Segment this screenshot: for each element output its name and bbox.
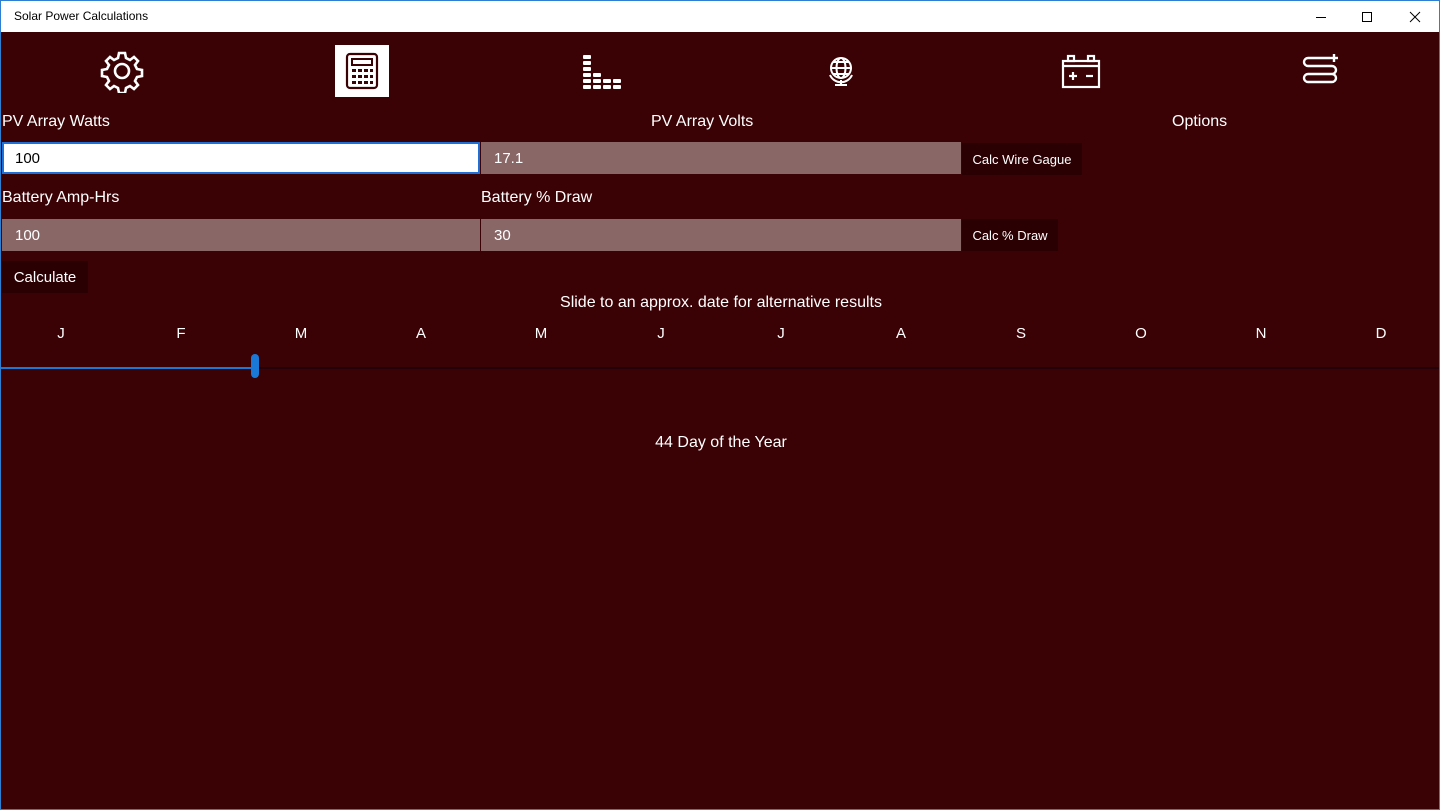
slider-track[interactable] [259,367,1439,369]
minimize-icon [1316,17,1326,18]
slider-track-filled [1,367,251,369]
title-bar: Solar Power Calculations [0,0,1440,32]
nav-calculator[interactable] [335,45,389,97]
month-label: J [777,325,785,342]
bar-chart-icon [583,55,621,89]
nav-battery[interactable] [1054,45,1108,97]
month-label: J [57,325,65,342]
battery-draw-label: Battery % Draw [481,189,593,206]
day-of-year-value: 44 [655,434,673,451]
close-button[interactable] [1392,1,1438,33]
slide-hint: Slide to an approx. date for alternative… [560,294,882,311]
pv-volts-input[interactable] [481,142,961,174]
gear-icon [100,51,144,93]
window-title: Solar Power Calculations [14,9,149,23]
nav-chart[interactable] [575,45,629,97]
nav-globe[interactable] [814,45,868,97]
maximize-button[interactable] [1344,1,1390,33]
calculator-icon [345,52,379,90]
day-slider-thumb[interactable] [251,354,259,378]
app-content: PV Array Watts PV Array Volts Options Ca… [0,32,1440,810]
options-label: Options [1172,113,1228,130]
day-of-year-suffix: Day of the Year [677,434,787,451]
pv-watts-label: PV Array Watts [2,113,110,130]
calc-wire-gauge-button[interactable]: Calc Wire Gague [962,143,1082,175]
month-label: A [895,325,906,342]
globe-icon [829,57,853,86]
month-label: M [294,325,308,342]
battery-amp-hrs-input[interactable] [2,219,480,251]
calc-draw-button[interactable]: Calc % Draw [962,219,1058,251]
pv-volts-label: PV Array Volts [651,113,754,130]
minimize-button[interactable] [1298,1,1344,33]
pv-watts-input[interactable] [2,142,480,174]
battery-icon [1061,54,1101,89]
month-label: F [176,325,186,342]
day-of-year-readout: 44 Day of the Year [1,434,1440,452]
month-label: A [415,325,426,342]
battery-amp-hrs-label: Battery Amp-Hrs [2,189,120,206]
calculate-button[interactable]: Calculate [2,261,88,293]
month-label: D [1375,325,1387,342]
close-icon [1409,11,1421,23]
battery-draw-input[interactable] [481,219,961,251]
wire-coil-icon [1302,54,1338,84]
month-label: J [657,325,665,342]
month-label: S [1015,325,1026,342]
month-label: O [1135,325,1147,342]
maximize-icon [1362,12,1372,22]
month-label: M [534,325,548,342]
month-label: N [1255,325,1267,342]
nav-settings[interactable] [95,45,149,97]
nav-wire[interactable] [1293,45,1347,97]
